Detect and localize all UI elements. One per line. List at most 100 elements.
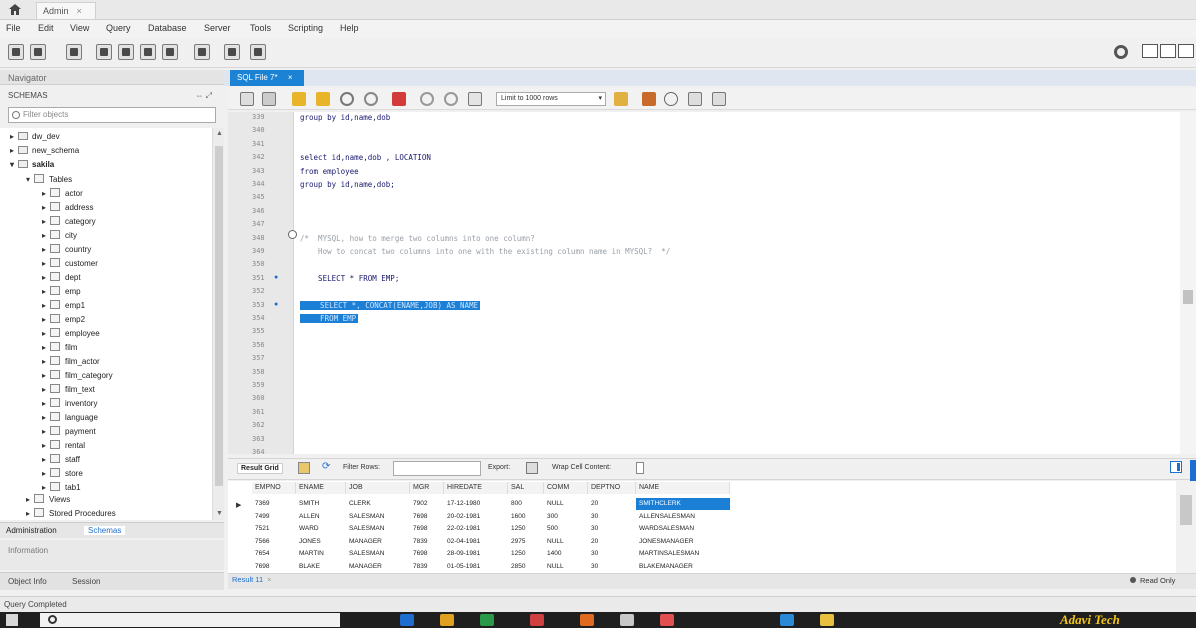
chevron-right-icon[interactable]: ▸: [42, 413, 50, 422]
chevron-right-icon[interactable]: ▸: [26, 495, 34, 504]
grid-cell[interactable]: 01-05-1981: [444, 561, 508, 573]
grid-cell[interactable]: NULL: [544, 498, 588, 510]
grid-cell[interactable]: 30: [588, 523, 636, 535]
tree-table-emp2[interactable]: ▸ emp2: [42, 314, 85, 328]
menu-edit[interactable]: Edit: [38, 23, 54, 33]
grid-cell[interactable]: 7902: [410, 498, 444, 510]
grid-icon[interactable]: [298, 462, 310, 474]
create-procedure-icon[interactable]: [162, 44, 178, 60]
grid-scrollbar[interactable]: [1176, 481, 1196, 573]
grid-cell[interactable]: MARTIN: [296, 548, 346, 560]
chevron-right-icon[interactable]: ▸: [26, 509, 34, 518]
taskbar-app-icon[interactable]: [530, 614, 544, 626]
grid-cell[interactable]: 300: [544, 511, 588, 523]
tree-table-film[interactable]: ▸ film: [42, 342, 77, 356]
taskbar-app-icon[interactable]: [440, 614, 454, 626]
export-icon[interactable]: [526, 462, 538, 474]
grid-cell[interactable]: SALESMAN: [346, 511, 410, 523]
chevron-right-icon[interactable]: ▸: [42, 231, 50, 240]
tree-procedures-folder[interactable]: ▸ Stored Procedures: [26, 508, 116, 520]
filter-refresh-icon[interactable]: ⟳: [322, 461, 334, 473]
tab-administration[interactable]: Administration: [6, 526, 57, 535]
grid-cell[interactable]: ALLEN: [296, 511, 346, 523]
chevron-right-icon[interactable]: ▸: [42, 301, 50, 310]
beautify-icon[interactable]: [642, 92, 656, 106]
code-line[interactable]: select id,name,dob , LOCATION: [300, 153, 431, 162]
autocommit-icon[interactable]: [468, 92, 482, 106]
tree-tables-folder[interactable]: ▾ Tables: [26, 174, 72, 188]
grid-cell[interactable]: 7839: [410, 536, 444, 548]
grid-cell[interactable]: 7566: [252, 536, 296, 548]
tree-scrollbar[interactable]: ▲ ▼: [212, 128, 224, 520]
rollback-icon[interactable]: [444, 92, 458, 106]
grid-cell[interactable]: 20: [588, 498, 636, 510]
chevron-right-icon[interactable]: ▸: [42, 441, 50, 450]
grid-cell[interactable]: BLAKE: [296, 561, 346, 573]
column-header-job[interactable]: JOB: [346, 482, 410, 494]
grid-cell[interactable]: 7654: [252, 548, 296, 560]
grid-cell[interactable]: 7698: [410, 523, 444, 535]
grid-cell[interactable]: 22-02-1981: [444, 523, 508, 535]
code-line[interactable]: group by id,name,dob;: [300, 180, 395, 189]
taskbar-app-icon[interactable]: [660, 614, 674, 626]
column-header-deptno[interactable]: DEPTNO: [588, 482, 636, 494]
sql-tab-close-icon[interactable]: ×: [288, 73, 293, 82]
tree-table-emp[interactable]: ▸ emp: [42, 286, 81, 300]
grid-cell[interactable]: 20: [588, 536, 636, 548]
execute-icon[interactable]: [292, 92, 306, 106]
chevron-right-icon[interactable]: ▸: [42, 329, 50, 338]
code-line[interactable]: FROM EMP: [300, 314, 359, 323]
wrap-lines-icon[interactable]: [712, 92, 726, 106]
chevron-right-icon[interactable]: ▸: [42, 217, 50, 226]
tab-schemas[interactable]: Schemas: [84, 526, 126, 535]
grid-cell[interactable]: 2850: [508, 561, 544, 573]
grid-cell[interactable]: WARDSALESMAN: [636, 523, 730, 535]
schema-dw-dev[interactable]: ▸ dw_dev: [10, 132, 60, 146]
taskbar-search-box[interactable]: [40, 613, 340, 627]
chevron-down-icon[interactable]: ▾: [26, 175, 34, 184]
schema-inspector-icon[interactable]: [66, 44, 82, 60]
menu-scripting[interactable]: Scripting: [288, 23, 323, 33]
menu-query[interactable]: Query: [106, 23, 131, 33]
grid-cell[interactable]: 7499: [252, 511, 296, 523]
grid-cell[interactable]: SALESMAN: [346, 523, 410, 535]
chevron-right-icon[interactable]: ▸: [42, 259, 50, 268]
grid-cell[interactable]: 7698: [410, 511, 444, 523]
code-line[interactable]: SELECT * FROM EMP;: [300, 274, 399, 283]
tab-admin-close-icon[interactable]: ×: [77, 6, 82, 16]
code-line[interactable]: /* MYSQL, how to merge two columns into …: [300, 234, 535, 243]
grid-cell[interactable]: 7839: [410, 561, 444, 573]
grid-cell[interactable]: 7369: [252, 498, 296, 510]
tree-table-city[interactable]: ▸ city: [42, 230, 77, 244]
taskbar-app-icon[interactable]: [580, 614, 594, 626]
result-grid-button[interactable]: Result Grid: [237, 463, 283, 474]
scroll-up-icon[interactable]: ▲: [216, 130, 223, 137]
schemas-actions-icon[interactable]: ⇔ ⤢: [195, 91, 212, 101]
scroll-down-icon[interactable]: ▼: [216, 510, 223, 517]
grid-cell[interactable]: JONESMANAGER: [636, 536, 730, 548]
tree-scroll-thumb[interactable]: [215, 146, 223, 486]
grid-cell[interactable]: 02-04-1981: [444, 536, 508, 548]
column-header-comm[interactable]: COMM: [544, 482, 588, 494]
grid-cell[interactable]: ALLENSALESMAN: [636, 511, 730, 523]
taskbar-app-icon[interactable]: [400, 614, 414, 626]
editor-scrollbar[interactable]: [1180, 112, 1196, 454]
grid-cell[interactable]: 30: [588, 561, 636, 573]
tree-table-dept[interactable]: ▸ dept: [42, 272, 81, 286]
column-header-empno[interactable]: EMPNO: [252, 482, 296, 494]
menu-help[interactable]: Help: [340, 23, 359, 33]
chevron-right-icon[interactable]: ▸: [42, 315, 50, 324]
chevron-right-icon[interactable]: ▸: [42, 385, 50, 394]
sql-editor[interactable]: [294, 112, 1180, 454]
tree-table-country[interactable]: ▸ country: [42, 244, 91, 258]
chevron-right-icon[interactable]: ▸: [42, 343, 50, 352]
gear-icon[interactable]: [1114, 45, 1128, 59]
tree-table-emp1[interactable]: ▸ emp1: [42, 300, 85, 314]
code-line[interactable]: from employee: [300, 167, 359, 176]
grid-cell[interactable]: 1250: [508, 548, 544, 560]
grid-cell[interactable]: 17-12-1980: [444, 498, 508, 510]
windows-start-icon[interactable]: [6, 614, 18, 626]
grid-cell[interactable]: BLAKEMANAGER: [636, 561, 730, 573]
commit-icon[interactable]: [420, 92, 434, 106]
menu-file[interactable]: File: [6, 23, 21, 33]
